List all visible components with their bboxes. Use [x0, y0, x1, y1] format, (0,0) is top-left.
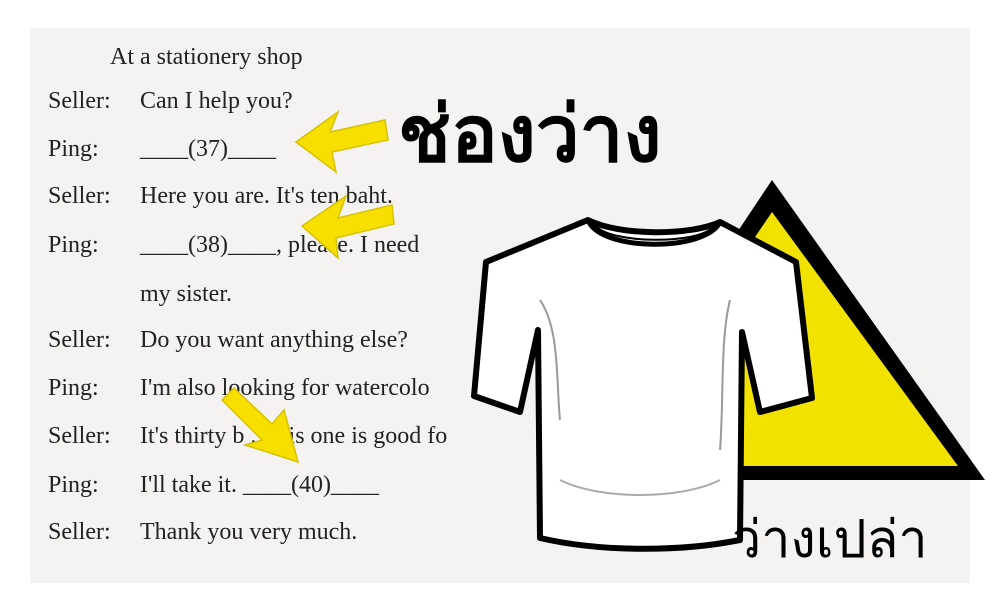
heading-thai: ช่องว่าง	[398, 90, 662, 180]
arrow-icon	[294, 109, 389, 174]
arrow-icon	[220, 386, 300, 464]
caption-thai: ว่างเปล่า	[732, 510, 928, 570]
arrow-icon	[300, 194, 395, 260]
